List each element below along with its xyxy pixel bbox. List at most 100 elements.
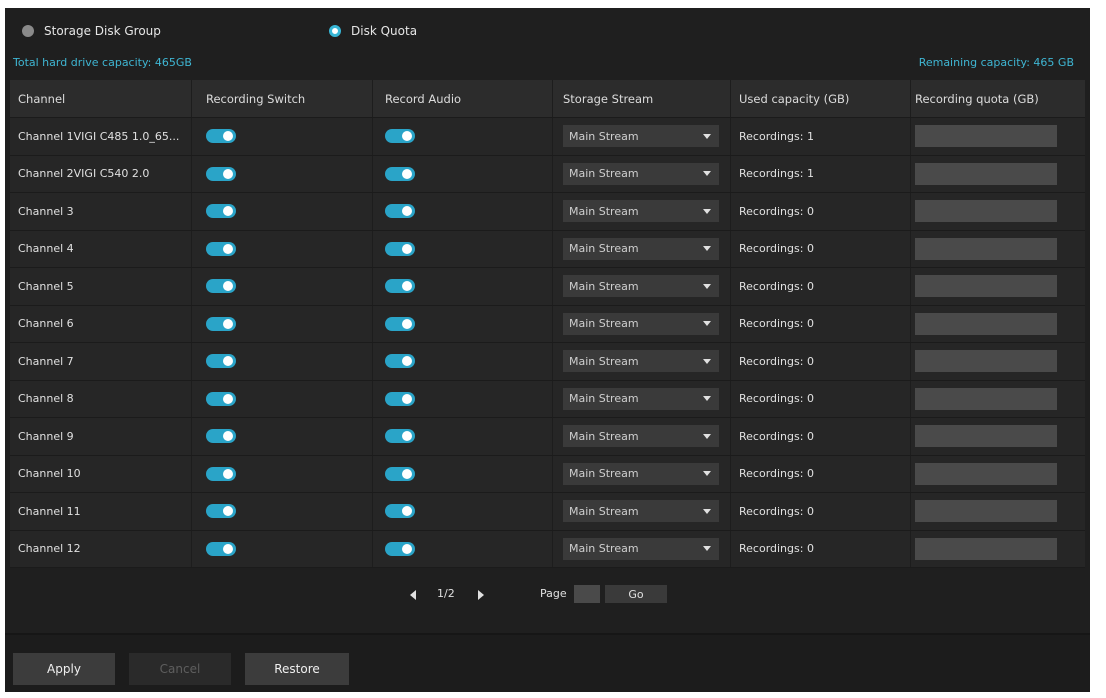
storage-stream-value: Main Stream <box>569 317 639 331</box>
recording-quota-input[interactable] <box>915 162 1057 185</box>
recording-switch-toggle[interactable] <box>206 316 236 331</box>
recording-quota-cell <box>911 268 1085 305</box>
storage-stream-cell: Main Stream <box>553 380 731 417</box>
caret-left-icon[interactable] <box>410 590 416 600</box>
action-bar: Apply Cancel Restore <box>5 635 1090 692</box>
record-audio-toggle[interactable] <box>385 316 415 331</box>
recording-switch-cell <box>192 305 373 342</box>
storage-stream-cell: Main Stream <box>553 230 731 267</box>
storage-stream-select[interactable]: Main Stream <box>563 312 719 335</box>
toggle-knob <box>223 393 233 404</box>
restore-button[interactable]: Restore <box>245 653 349 685</box>
toggle-knob <box>402 543 412 554</box>
disk-quota-radio[interactable]: Disk Quota <box>329 21 417 41</box>
record-audio-toggle[interactable] <box>385 541 415 556</box>
record-audio-toggle[interactable] <box>385 504 415 519</box>
recording-switch-toggle[interactable] <box>206 429 236 444</box>
used-capacity-value: Recordings: 0 <box>731 455 911 492</box>
record-audio-cell <box>373 418 553 455</box>
toggle-knob <box>223 431 233 442</box>
storage-stream-select[interactable]: Main Stream <box>563 275 719 298</box>
caret-right-icon[interactable] <box>478 590 484 600</box>
used-capacity-value: Recordings: 0 <box>731 530 911 567</box>
recording-switch-cell <box>192 418 373 455</box>
recording-quota-input[interactable] <box>915 237 1057 260</box>
used-capacity-value: Recordings: 0 <box>731 493 911 530</box>
radio-selected-icon <box>329 25 341 37</box>
recording-quota-input[interactable] <box>915 462 1057 485</box>
recording-switch-cell <box>192 118 373 155</box>
channel-name: Channel 6 <box>10 305 192 342</box>
recording-switch-toggle[interactable] <box>206 166 236 181</box>
column-header-storage-stream: Storage Stream <box>553 80 731 117</box>
storage-stream-select[interactable]: Main Stream <box>563 537 719 560</box>
toggle-knob <box>223 243 233 254</box>
record-audio-toggle[interactable] <box>385 166 415 181</box>
recording-quota-input[interactable] <box>915 537 1057 560</box>
storage-stream-select[interactable]: Main Stream <box>563 462 719 485</box>
record-audio-toggle[interactable] <box>385 241 415 256</box>
recording-switch-toggle[interactable] <box>206 129 236 144</box>
channel-name: Channel 8 <box>10 380 192 417</box>
storage-stream-select[interactable]: Main Stream <box>563 237 719 260</box>
recording-quota-cell <box>911 156 1085 193</box>
recording-switch-toggle[interactable] <box>206 504 236 519</box>
recording-switch-toggle[interactable] <box>206 204 236 219</box>
recording-switch-toggle[interactable] <box>206 541 236 556</box>
record-audio-toggle[interactable] <box>385 129 415 144</box>
storage-stream-select[interactable]: Main Stream <box>563 500 719 523</box>
record-audio-toggle[interactable] <box>385 466 415 481</box>
record-audio-cell <box>373 118 553 155</box>
record-audio-toggle[interactable] <box>385 354 415 369</box>
channel-name: Channel 3 <box>10 193 192 230</box>
table-row: Channel 4 Main Stream Recordings: 0 <box>10 230 1085 268</box>
page-number-input[interactable] <box>574 585 600 603</box>
storage-stream-cell: Main Stream <box>553 418 731 455</box>
recording-switch-toggle[interactable] <box>206 279 236 294</box>
table-row: Channel 8 Main Stream Recordings: 0 <box>10 380 1085 418</box>
channel-name: Channel 1VIGI C485 1.0_65... <box>10 118 192 155</box>
storage-stream-select[interactable]: Main Stream <box>563 125 719 148</box>
toggle-knob <box>223 356 233 367</box>
used-capacity-value: Recordings: 0 <box>731 230 911 267</box>
recording-quota-input[interactable] <box>915 387 1057 410</box>
storage-stream-value: Main Stream <box>569 467 639 481</box>
record-audio-toggle[interactable] <box>385 279 415 294</box>
recording-quota-cell <box>911 456 1085 493</box>
pagination: 1/2 Page Go <box>5 584 1090 606</box>
recording-quota-input[interactable] <box>915 350 1057 373</box>
storage-stream-select[interactable]: Main Stream <box>563 162 719 185</box>
apply-button[interactable]: Apply <box>13 653 115 685</box>
storage-stream-select[interactable]: Main Stream <box>563 200 719 223</box>
cancel-button: Cancel <box>129 653 231 685</box>
recording-quota-input[interactable] <box>915 125 1057 148</box>
record-audio-toggle[interactable] <box>385 429 415 444</box>
recording-quota-input[interactable] <box>915 200 1057 223</box>
storage-disk-group-radio[interactable]: Storage Disk Group <box>22 21 161 41</box>
record-audio-cell <box>373 343 553 380</box>
recording-switch-toggle[interactable] <box>206 354 236 369</box>
toggle-knob <box>402 431 412 442</box>
recording-quota-input[interactable] <box>915 500 1057 523</box>
recording-switch-cell <box>192 493 373 530</box>
channel-name: Channel 11 <box>10 493 192 530</box>
storage-stream-cell: Main Stream <box>553 343 731 380</box>
record-audio-cell <box>373 530 553 567</box>
table-header-row: Channel Recording Switch Record Audio St… <box>10 80 1085 118</box>
record-audio-toggle[interactable] <box>385 391 415 406</box>
storage-stream-select[interactable]: Main Stream <box>563 387 719 410</box>
channel-name: Channel 4 <box>10 230 192 267</box>
storage-stream-select[interactable]: Main Stream <box>563 350 719 373</box>
recording-switch-toggle[interactable] <box>206 466 236 481</box>
recording-quota-cell <box>911 306 1085 343</box>
column-header-recording-switch: Recording Switch <box>192 80 373 117</box>
recording-switch-toggle[interactable] <box>206 241 236 256</box>
remaining-capacity-text: Remaining capacity: 465 GB <box>918 56 1074 69</box>
recording-switch-toggle[interactable] <box>206 391 236 406</box>
go-button[interactable]: Go <box>605 585 667 603</box>
recording-quota-input[interactable] <box>915 425 1057 448</box>
record-audio-toggle[interactable] <box>385 204 415 219</box>
storage-stream-select[interactable]: Main Stream <box>563 425 719 448</box>
recording-quota-input[interactable] <box>915 275 1057 298</box>
recording-quota-input[interactable] <box>915 312 1057 335</box>
